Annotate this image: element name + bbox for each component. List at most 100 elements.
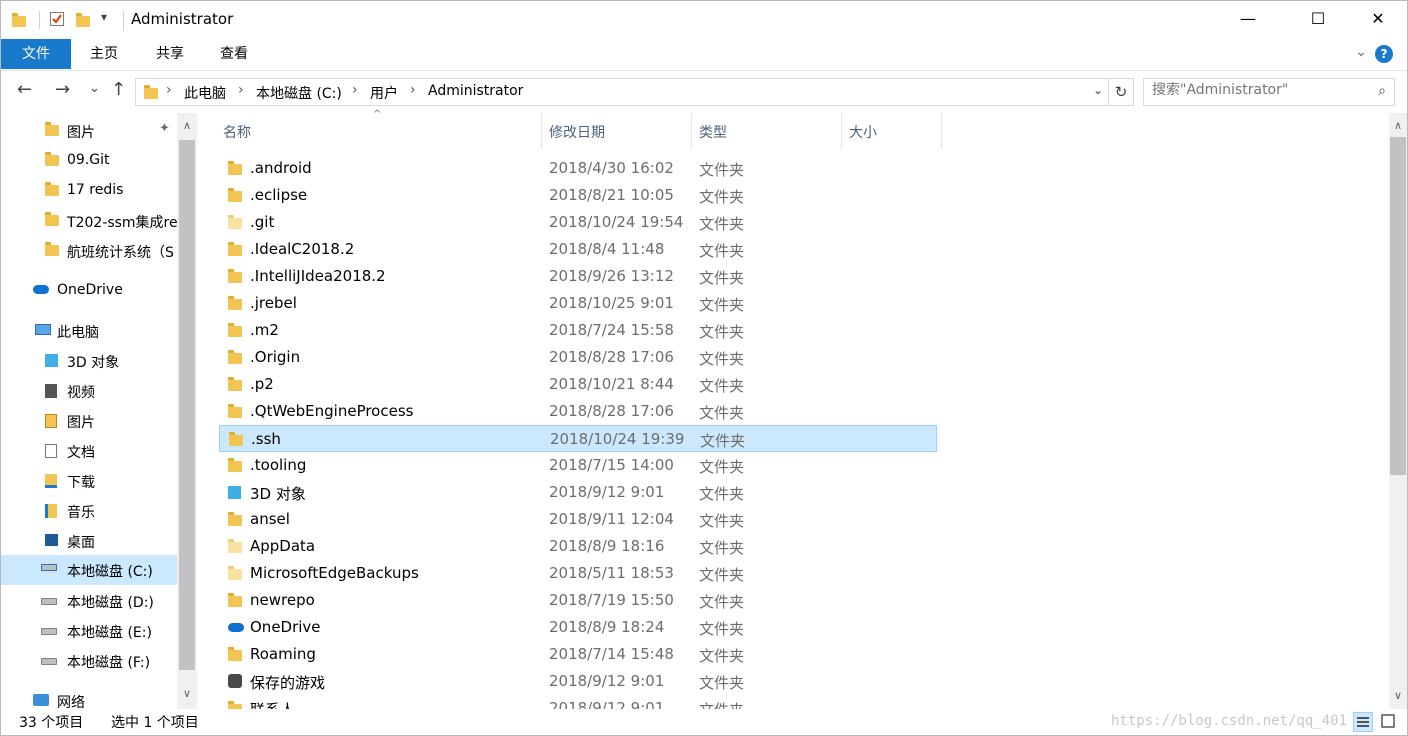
properties-icon[interactable] — [49, 11, 65, 27]
file-date: 2018/8/9 18:24 — [549, 618, 665, 636]
search-input[interactable] — [1152, 82, 1362, 98]
breadcrumb-separator[interactable]: › — [166, 82, 172, 98]
nav-item-09-git[interactable]: 09.Git — [1, 147, 177, 175]
file-list: .android 2018/4/30 16:02 文件夹 .eclipse 2018/8… — [219, 155, 1389, 709]
nav-item-desktop[interactable]: 桌面 — [1, 527, 177, 555]
explorer-window: ▾ Administrator — ☐ ✕ 文件 主页 共享 查看 ⌄ ? ← … — [0, 0, 1408, 736]
breadcrumb-drive-c[interactable]: 本地磁盘 (C:) — [256, 83, 342, 103]
nav-item-this-pc[interactable]: 此电脑 — [1, 317, 177, 345]
file-row[interactable]: .jrebel 2018/10/25 9:01 文件夹 — [219, 290, 937, 317]
nav-item-drive-d[interactable]: 本地磁盘 (D:) — [1, 587, 177, 615]
file-row[interactable]: OneDrive 2018/8/9 18:24 文件夹 — [219, 614, 937, 641]
file-row[interactable]: .git 2018/10/24 19:54 文件夹 — [219, 209, 937, 236]
close-button[interactable]: ✕ — [1355, 1, 1401, 37]
nav-item-drive-c[interactable]: 本地磁盘 (C:) — [1, 555, 177, 585]
recent-locations-button[interactable]: ⌄ — [89, 81, 100, 96]
search-box[interactable]: ⌕ — [1143, 78, 1395, 106]
file-row[interactable]: .m2 2018/7/24 15:58 文件夹 — [219, 317, 937, 344]
scrollbar-thumb[interactable] — [179, 140, 195, 670]
scrollbar-thumb[interactable] — [1390, 137, 1406, 475]
scroll-down-icon[interactable]: ∨ — [1389, 689, 1407, 702]
nav-item-drive-e[interactable]: 本地磁盘 (E:) — [1, 617, 177, 645]
column-divider[interactable] — [691, 113, 692, 149]
file-name: Roaming — [250, 645, 316, 663]
nav-item-videos[interactable]: 视频 — [1, 377, 177, 405]
file-name: .m2 — [250, 321, 279, 339]
address-dropdown-icon[interactable]: ⌄ — [1093, 83, 1103, 97]
nav-item-network[interactable]: 网络 — [1, 687, 177, 709]
selection-count: 选中 1 个项目 — [111, 715, 199, 731]
file-row[interactable]: Roaming 2018/7/14 15:48 文件夹 — [219, 641, 937, 668]
column-divider[interactable] — [941, 113, 942, 149]
pictures-icon — [45, 414, 57, 428]
file-row[interactable]: .ssh 2018/10/24 19:39 文件夹 — [219, 425, 937, 452]
pin-icon[interactable]: ✦ — [159, 121, 170, 136]
nav-item-label: 视频 — [67, 385, 95, 401]
nav-scrollbar[interactable]: ∧ ∨ — [177, 113, 197, 709]
file-row[interactable]: .IdealC2018.2 2018/8/4 11:48 文件夹 — [219, 236, 937, 263]
ribbon-expand-icon[interactable]: ⌄ — [1355, 44, 1367, 60]
nav-item-downloads[interactable]: 下载 — [1, 467, 177, 495]
file-list-scrollbar[interactable]: ∧ ∨ — [1389, 113, 1407, 709]
address-bar[interactable]: › 此电脑 › 本地磁盘 (C:) › 用户 › Administrator — [135, 78, 1109, 106]
column-divider[interactable] — [541, 113, 542, 149]
nav-item-pictures-pinned[interactable]: 图片 ✦ — [1, 117, 177, 145]
column-header-date[interactable]: 修改日期 — [545, 113, 691, 149]
nav-item-onedrive[interactable]: OneDrive — [1, 277, 177, 305]
back-button[interactable]: ← — [17, 79, 32, 100]
nav-item-17-redis[interactable]: 17 redis — [1, 177, 177, 205]
file-row[interactable]: ansel 2018/9/11 12:04 文件夹 — [219, 506, 937, 533]
file-type: 文件夹 — [699, 404, 745, 422]
up-button[interactable]: ↑ — [111, 79, 126, 100]
file-row[interactable]: .p2 2018/10/21 8:44 文件夹 — [219, 371, 937, 398]
file-row[interactable]: MicrosoftEdgeBackups 2018/5/11 18:53 文件夹 — [219, 560, 937, 587]
scroll-down-icon[interactable]: ∨ — [177, 687, 197, 700]
nav-item-music[interactable]: 音乐 — [1, 497, 177, 525]
forward-button[interactable]: → — [55, 79, 70, 100]
maximize-button[interactable]: ☐ — [1295, 1, 1341, 37]
nav-item-documents[interactable]: 文档 — [1, 437, 177, 465]
breadcrumb-administrator[interactable]: Administrator — [428, 83, 523, 99]
help-icon[interactable]: ? — [1375, 45, 1393, 63]
drive-icon — [41, 658, 57, 665]
scroll-up-icon[interactable]: ∧ — [177, 119, 197, 132]
column-header-name[interactable]: 名称 — [219, 113, 539, 149]
tab-home[interactable]: 主页 — [81, 39, 127, 69]
nav-item-flight-stats[interactable]: 航班统计系统（S — [1, 237, 177, 265]
column-divider[interactable] — [841, 113, 842, 149]
windows-drive-icon — [41, 564, 57, 571]
nav-item-drive-f[interactable]: 本地磁盘 (F:) — [1, 647, 177, 675]
refresh-button[interactable]: ↻ — [1109, 78, 1134, 106]
file-row[interactable]: 保存的游戏 2018/9/12 9:01 文件夹 — [219, 668, 937, 695]
file-row[interactable]: .IntelliJIdea2018.2 2018/9/26 13:12 文件夹 — [219, 263, 937, 290]
nav-item-t202[interactable]: T202-ssm集成re — [1, 207, 177, 235]
tab-view[interactable]: 查看 — [211, 39, 257, 69]
file-row[interactable]: .QtWebEngineProcess 2018/8/28 17:06 文件夹 — [219, 398, 937, 425]
file-row[interactable]: 3D 对象 2018/9/12 9:01 文件夹 — [219, 479, 937, 506]
large-icons-view-button[interactable] — [1379, 712, 1397, 730]
file-row[interactable]: .tooling 2018/7/15 14:00 文件夹 — [219, 452, 937, 479]
file-row[interactable]: .android 2018/4/30 16:02 文件夹 — [219, 155, 937, 182]
breadcrumb-separator[interactable]: › — [352, 82, 358, 98]
file-row[interactable]: .eclipse 2018/8/21 10:05 文件夹 — [219, 182, 937, 209]
column-header-type[interactable]: 类型 — [695, 113, 841, 149]
details-view-button[interactable] — [1353, 712, 1373, 732]
breadcrumb-separator[interactable]: › — [238, 82, 244, 98]
nav-item-3d-objects[interactable]: 3D 对象 — [1, 347, 177, 375]
breadcrumb-separator[interactable]: › — [410, 82, 416, 98]
tab-file[interactable]: 文件 — [1, 39, 71, 69]
tab-share[interactable]: 共享 — [147, 39, 193, 69]
scroll-up-icon[interactable]: ∧ — [1389, 119, 1407, 132]
nav-item-pictures[interactable]: 图片 — [1, 407, 177, 435]
file-row[interactable]: 联系人 2018/9/12 9:01 文件夹 — [219, 695, 937, 709]
file-row[interactable]: newrepo 2018/7/19 15:50 文件夹 — [219, 587, 937, 614]
breadcrumb-this-pc[interactable]: 此电脑 — [184, 83, 226, 103]
search-icon[interactable]: ⌕ — [1378, 83, 1386, 99]
file-row[interactable]: AppData 2018/8/9 18:16 文件夹 — [219, 533, 937, 560]
minimize-button[interactable]: — — [1225, 1, 1271, 37]
quick-access-dropdown[interactable]: ▾ — [101, 10, 107, 24]
file-row[interactable]: .Origin 2018/8/28 17:06 文件夹 — [219, 344, 937, 371]
column-header-size[interactable]: 大小 — [845, 113, 941, 149]
new-folder-icon[interactable] — [75, 11, 91, 27]
breadcrumb-users[interactable]: 用户 — [370, 83, 398, 103]
